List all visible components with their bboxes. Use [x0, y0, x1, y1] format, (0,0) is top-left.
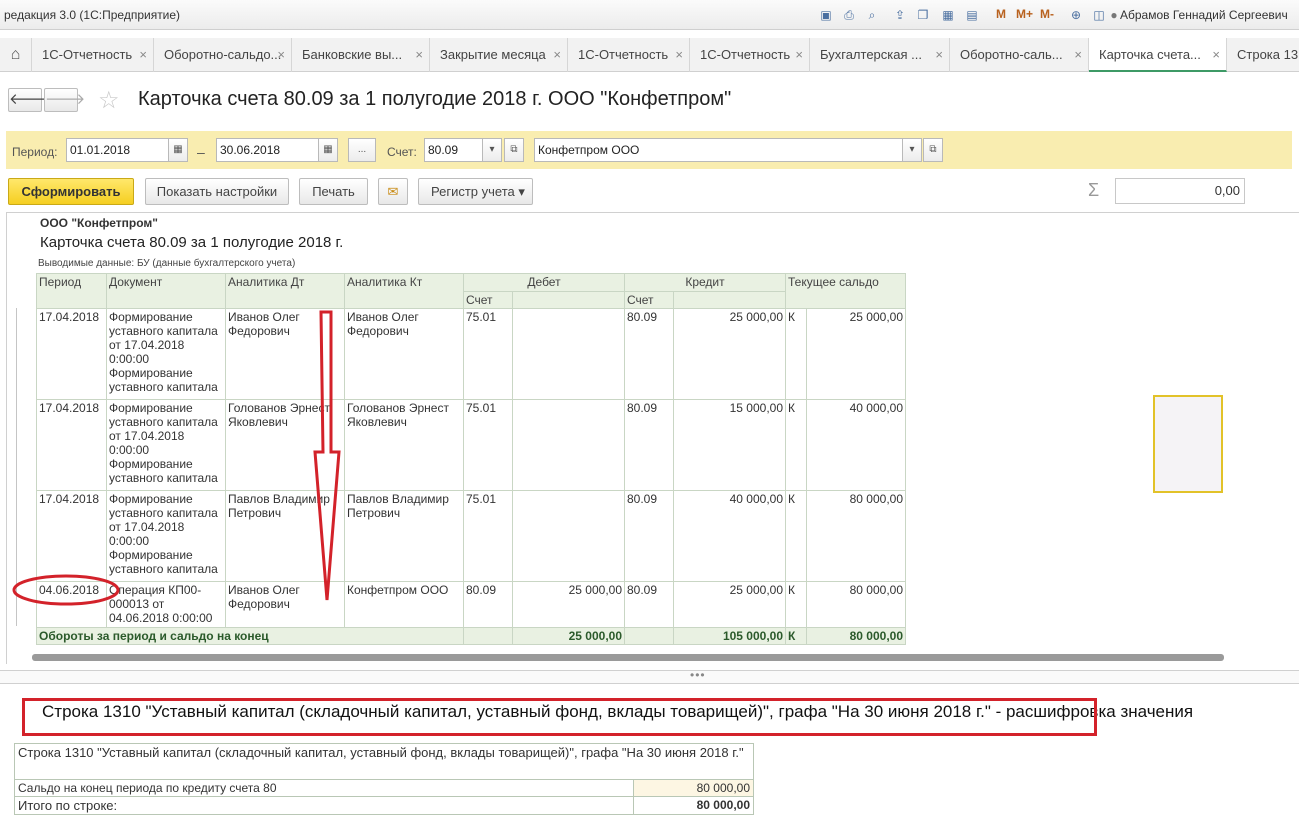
red-ellipse-annotation	[12, 574, 120, 606]
red-arrow-annotation	[313, 310, 341, 601]
annotation-overlay	[12, 310, 341, 606]
